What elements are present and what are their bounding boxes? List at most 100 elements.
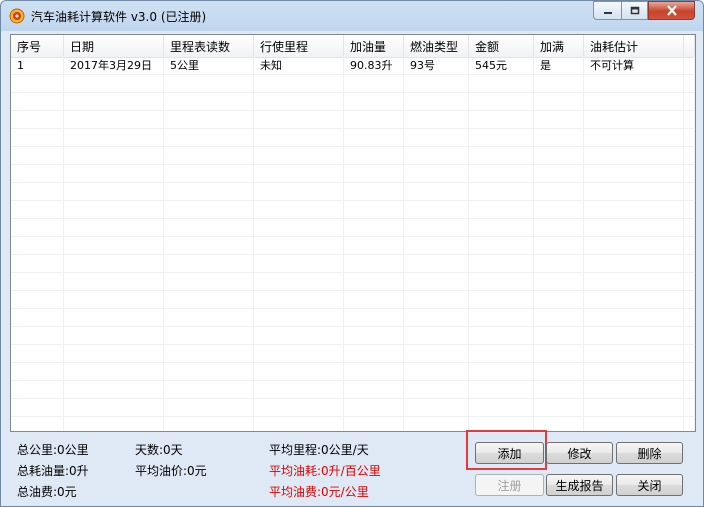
total-fuel-label: 总耗油量:0升	[17, 464, 89, 478]
empty-cell	[164, 381, 254, 398]
column-header-fuel-type[interactable]: 燃油类型	[404, 35, 469, 57]
empty-cell	[534, 147, 584, 164]
app-window: 汽车油耗计算软件 v3.0 (已注册) 序号 日期 里程表读数 行使里程 加油量…	[0, 0, 704, 507]
empty-cell	[584, 309, 684, 326]
empty-cell	[404, 363, 469, 380]
generate-report-button[interactable]: 生成报告	[546, 474, 613, 496]
title-bar[interactable]: 汽车油耗计算软件 v3.0 (已注册)	[1, 1, 703, 31]
empty-cell	[534, 255, 584, 272]
empty-cell	[254, 147, 344, 164]
close-window-button[interactable]	[648, 1, 695, 20]
table-row[interactable]: 1 2017年3月29日 5公里 未知 90.83升 93号 545元 是 不可…	[11, 57, 695, 75]
empty-cell	[64, 219, 164, 236]
minimize-button[interactable]	[593, 1, 621, 20]
empty-cell	[584, 327, 684, 344]
empty-cell	[254, 399, 344, 416]
empty-cell	[469, 345, 534, 362]
empty-cell	[469, 309, 534, 326]
empty-cell	[534, 291, 584, 308]
empty-cell	[534, 165, 584, 182]
empty-cell	[584, 255, 684, 272]
column-header-index[interactable]: 序号	[11, 35, 64, 57]
empty-cell	[404, 327, 469, 344]
empty-cell	[404, 399, 469, 416]
column-header-odometer[interactable]: 里程表读数	[164, 35, 254, 57]
empty-cell	[684, 75, 695, 92]
empty-cell	[164, 327, 254, 344]
empty-cell	[11, 309, 64, 326]
empty-cell	[164, 219, 254, 236]
empty-cell	[64, 363, 164, 380]
empty-cell	[64, 75, 164, 92]
empty-cell	[11, 75, 64, 92]
empty-cell	[534, 75, 584, 92]
empty-cell	[404, 147, 469, 164]
empty-cell	[254, 75, 344, 92]
empty-cell	[534, 309, 584, 326]
empty-cell	[684, 165, 695, 182]
empty-table-row	[11, 381, 695, 399]
empty-cell	[684, 381, 695, 398]
empty-cell	[344, 93, 404, 110]
empty-cell	[684, 417, 695, 431]
empty-table-row	[11, 219, 695, 237]
add-button[interactable]: 添加	[475, 442, 544, 464]
empty-table-row	[11, 129, 695, 147]
empty-cell	[164, 93, 254, 110]
column-header-amount[interactable]: 金额	[469, 35, 534, 57]
empty-cell	[584, 363, 684, 380]
empty-cell	[469, 237, 534, 254]
delete-button[interactable]: 删除	[616, 442, 683, 464]
empty-cell	[404, 75, 469, 92]
empty-cell	[684, 273, 695, 290]
empty-cell	[64, 147, 164, 164]
fuel-records-table[interactable]: 序号 日期 里程表读数 行使里程 加油量 燃油类型 金额 加满 油耗估计 1 2…	[10, 34, 696, 432]
empty-table-row	[11, 165, 695, 183]
column-header-date[interactable]: 日期	[64, 35, 164, 57]
empty-cell	[684, 363, 695, 380]
empty-cell	[11, 417, 64, 431]
empty-cell	[11, 237, 64, 254]
table-header: 序号 日期 里程表读数 行使里程 加油量 燃油类型 金额 加满 油耗估计	[11, 35, 695, 58]
empty-cell	[11, 291, 64, 308]
empty-cell	[404, 201, 469, 218]
empty-cell	[534, 129, 584, 146]
empty-cell	[684, 237, 695, 254]
column-header-consumption-estimate[interactable]: 油耗估计	[584, 35, 684, 57]
column-header-distance[interactable]: 行使里程	[254, 35, 344, 57]
empty-cell	[344, 75, 404, 92]
edit-button[interactable]: 修改	[546, 442, 613, 464]
empty-table-row	[11, 237, 695, 255]
close-button[interactable]: 关闭	[616, 474, 683, 496]
empty-cell	[64, 291, 164, 308]
empty-cell	[404, 255, 469, 272]
empty-cell	[584, 201, 684, 218]
register-button[interactable]: 注册	[475, 474, 544, 496]
empty-cell	[164, 363, 254, 380]
empty-cell	[584, 417, 684, 431]
empty-cell	[404, 345, 469, 362]
cell-full-tank: 是	[534, 57, 584, 74]
empty-cell	[584, 399, 684, 416]
maximize-button[interactable]	[621, 1, 648, 20]
empty-cell	[254, 111, 344, 128]
empty-cell	[534, 327, 584, 344]
empty-cell	[404, 417, 469, 431]
empty-cell	[164, 291, 254, 308]
column-header-fuel-amount[interactable]: 加油量	[344, 35, 404, 57]
empty-cell	[584, 273, 684, 290]
empty-cell	[254, 327, 344, 344]
empty-cell	[534, 273, 584, 290]
empty-cell	[469, 93, 534, 110]
column-header-full-tank[interactable]: 加满	[534, 35, 584, 57]
empty-cell	[404, 165, 469, 182]
empty-cell	[344, 309, 404, 326]
empty-cell	[344, 165, 404, 182]
empty-cell	[164, 309, 254, 326]
empty-table-row	[11, 327, 695, 345]
empty-cell	[344, 147, 404, 164]
empty-cell	[534, 381, 584, 398]
empty-cell	[11, 129, 64, 146]
empty-cell	[469, 129, 534, 146]
empty-cell	[404, 381, 469, 398]
